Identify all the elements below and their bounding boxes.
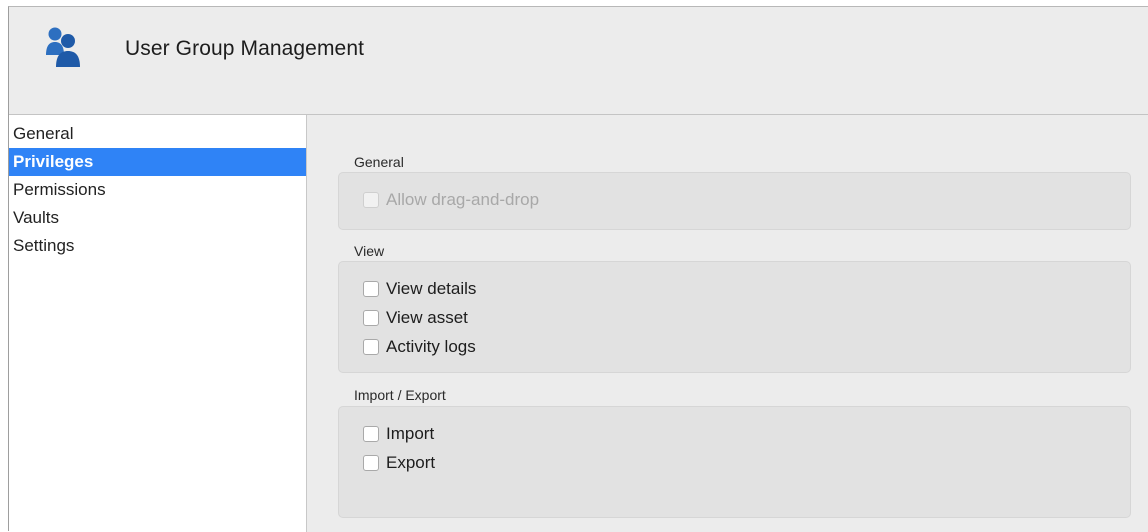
app-window: User Group Management General Privileges… (8, 6, 1148, 532)
view-details-checkbox[interactable] (363, 281, 379, 297)
view-details-label[interactable]: View details (386, 279, 476, 299)
activity-logs-checkbox[interactable] (363, 339, 379, 355)
sidebar-item-settings[interactable]: Settings (9, 232, 306, 260)
window-title: User Group Management (125, 37, 365, 60)
allow-drag-and-drop-option: Allow drag-and-drop (363, 188, 539, 212)
sidebar: General Privileges Permissions Vaults Se… (9, 115, 307, 532)
sidebar-item-vaults[interactable]: Vaults (9, 204, 306, 232)
user-group-icon (46, 27, 80, 67)
section-box-import-export: Import Export (338, 406, 1131, 518)
sidebar-item-general[interactable]: General (9, 120, 306, 148)
export-checkbox[interactable] (363, 455, 379, 471)
import-checkbox[interactable] (363, 426, 379, 442)
view-asset-label[interactable]: View asset (386, 308, 468, 328)
section-box-general: Allow drag-and-drop (338, 172, 1131, 230)
import-option[interactable]: Import (363, 422, 434, 446)
export-label[interactable]: Export (386, 453, 435, 473)
privileges-panel: General Allow drag-and-drop View View de… (307, 115, 1148, 532)
import-label[interactable]: Import (386, 424, 434, 444)
window-header: User Group Management (9, 7, 1148, 115)
allow-drag-and-drop-label: Allow drag-and-drop (386, 190, 540, 209)
activity-logs-label[interactable]: Activity logs (386, 337, 476, 357)
sidebar-item-permissions[interactable]: Permissions (9, 176, 306, 204)
section-box-view: View details View asset Activity logs (338, 261, 1131, 373)
section-label-view: View (354, 243, 385, 259)
export-option[interactable]: Export (363, 451, 435, 475)
section-label-import-export: Import / Export (354, 387, 446, 403)
activity-logs-option[interactable]: Activity logs (363, 335, 476, 359)
section-label-general: General (354, 154, 404, 170)
view-details-option[interactable]: View details (363, 277, 476, 301)
sidebar-item-privileges[interactable]: Privileges (9, 148, 306, 176)
view-asset-checkbox[interactable] (363, 310, 379, 326)
view-asset-option[interactable]: View asset (363, 306, 468, 330)
allow-drag-and-drop-checkbox (363, 192, 379, 208)
